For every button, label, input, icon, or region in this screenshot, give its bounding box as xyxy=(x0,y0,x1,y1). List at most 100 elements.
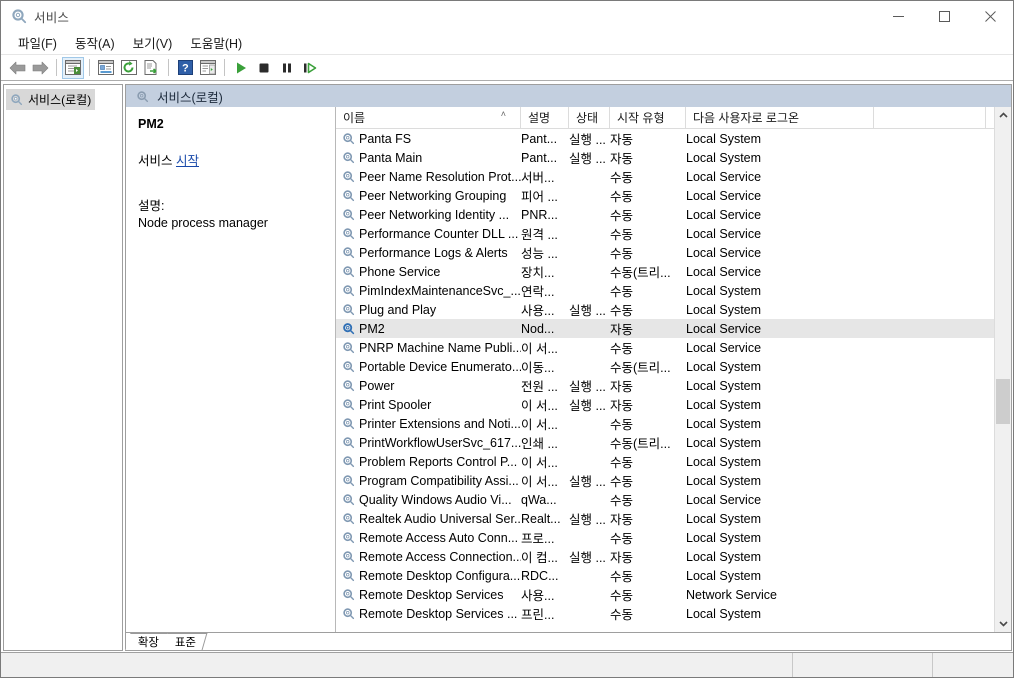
gear-icon xyxy=(343,494,355,506)
cell-startup-type: 수동 xyxy=(610,589,634,603)
cell-name: Power xyxy=(336,379,521,393)
pane-inner: PM2 서비스 시작 설명: Node process manager 이름 ˄ 설… xyxy=(126,107,1011,632)
table-row[interactable]: Quality Windows Audio Vi... qWa... 수동 Local… xyxy=(336,490,994,509)
tab-extended-label: 확장 xyxy=(137,637,160,649)
properties-icon[interactable] xyxy=(95,57,117,79)
menu-action[interactable]: 동작(A) xyxy=(66,31,124,54)
table-row[interactable]: Performance Counter DLL ... 원격 ... 수동 Local… xyxy=(336,224,994,243)
cell-description: 이 서... xyxy=(521,342,558,356)
table-row[interactable]: Performance Logs & Alerts 성능 ... 수동 Local S… xyxy=(336,243,994,262)
menu-help[interactable]: 도움말(H) xyxy=(181,31,251,54)
gear-icon xyxy=(343,133,355,145)
table-row[interactable]: Remote Desktop Services ... 프린... 수동 Local … xyxy=(336,604,994,623)
cell-startup-type: 수동 xyxy=(610,608,634,622)
table-row[interactable]: PrintWorkflowUserSvc_617... 인쇄 ... 수동(트리..… xyxy=(336,433,994,452)
table-row[interactable]: Power 전원 ... 실행 ... 자동 Local System xyxy=(336,376,994,395)
table-row[interactable]: Phone Service 장치... 수동(트리... Local Service xyxy=(336,262,994,281)
detail-action-prefix: 서비스 xyxy=(138,154,176,168)
start-service-link[interactable]: 시작 xyxy=(176,154,199,168)
scrollbar-thumb[interactable] xyxy=(996,379,1010,424)
start-service-icon[interactable] xyxy=(230,57,252,79)
menu-view[interactable]: 보기(V) xyxy=(124,31,182,54)
restart-service-icon[interactable] xyxy=(299,57,321,79)
minimize-button[interactable] xyxy=(875,1,921,31)
scroll-up-arrow-icon[interactable] xyxy=(995,107,1011,124)
cell-status: 실행 ... xyxy=(569,380,606,394)
cell-name: Remote Desktop Services ... xyxy=(336,607,521,621)
forward-icon[interactable] xyxy=(29,57,51,79)
table-row[interactable]: Printer Extensions and Noti... 이 서... 수동 Lo… xyxy=(336,414,994,433)
service-name-label: Problem Reports Control P... xyxy=(359,454,518,469)
pause-service-icon[interactable] xyxy=(276,57,298,79)
cell-description: Pant... xyxy=(521,131,558,146)
tab-standard[interactable]: 표준 xyxy=(162,633,208,650)
table-row[interactable]: Panta Main Pant... 실행 ... 자동 Local System xyxy=(336,148,994,167)
column-name[interactable]: 이름 ˄ xyxy=(336,107,521,129)
maximize-button[interactable] xyxy=(921,1,967,31)
cell-name: Phone Service xyxy=(336,265,521,279)
service-name-label: Phone Service xyxy=(359,264,441,279)
status-bar-section-3 xyxy=(933,653,1013,677)
table-row[interactable]: Remote Desktop Services 사용... 수동 Network Se… xyxy=(336,585,994,604)
stop-service-icon[interactable] xyxy=(253,57,275,79)
back-icon[interactable] xyxy=(6,57,28,79)
column-description[interactable]: 설명 xyxy=(521,107,569,129)
refresh-icon[interactable] xyxy=(118,57,140,79)
column-startup-type[interactable]: 시작 유형 xyxy=(610,107,686,129)
show-hide-console-tree-icon[interactable] xyxy=(62,56,84,79)
table-row[interactable]: Panta FS Pant... 실행 ... 자동 Local System xyxy=(336,129,994,148)
table-row[interactable]: PNRP Machine Name Publi... 이 서... 수동 Local … xyxy=(336,338,994,357)
pane-header: 서비스(로컬) xyxy=(126,85,1011,107)
table-row[interactable]: Print Spooler 이 서... 실행 ... 자동 Local System xyxy=(336,395,994,414)
table-row[interactable]: Plug and Play 사용... 실행 ... 수동 Local System xyxy=(336,300,994,319)
service-name-label: Peer Name Resolution Prot... xyxy=(359,169,521,184)
table-row[interactable]: Problem Reports Control P... 이 서... 수동 Loca… xyxy=(336,452,994,471)
cell-name: Performance Counter DLL ... xyxy=(336,227,521,241)
table-row[interactable]: Remote Access Connection... 이 컴... 실행 ... 자… xyxy=(336,547,994,566)
table-row[interactable]: Portable Device Enumerato... 이동... 수동(트리..… xyxy=(336,357,994,376)
tree-node-services-local[interactable]: 서비스(로컬) xyxy=(6,89,96,110)
cell-name: Portable Device Enumerato... xyxy=(336,360,521,374)
vertical-scrollbar[interactable] xyxy=(994,107,1011,632)
scroll-down-arrow-icon[interactable] xyxy=(995,615,1011,632)
column-log-on-as[interactable]: 다음 사용자로 로그온 xyxy=(686,107,874,129)
export-list-icon[interactable] xyxy=(141,57,163,79)
gear-icon xyxy=(343,361,355,373)
service-name-label: Remote Access Connection... xyxy=(359,549,521,564)
cell-name: Peer Networking Grouping xyxy=(336,189,521,203)
close-button[interactable] xyxy=(967,1,1013,31)
show-action-pane-icon[interactable] xyxy=(197,57,219,79)
column-filler[interactable] xyxy=(874,107,986,129)
cell-status: 실행 ... xyxy=(569,475,606,489)
gear-icon xyxy=(343,399,355,411)
cell-startup-type: 수동 xyxy=(610,285,634,299)
column-description-label: 설명 xyxy=(528,111,551,125)
cell-description: Nod... xyxy=(521,321,555,336)
table-row[interactable]: Remote Access Auto Conn... 프로... 수동 Local S… xyxy=(336,528,994,547)
cell-status: 실행 ... xyxy=(569,304,606,318)
cell-startup-type: 수동(트리... xyxy=(610,437,671,451)
column-status[interactable]: 상태 xyxy=(569,107,610,129)
table-row[interactable]: Peer Networking Identity ... PNR... 수동 Loca… xyxy=(336,205,994,224)
table-row[interactable]: Realtek Audio Universal Ser... Realt... 실행… xyxy=(336,509,994,528)
table-row[interactable]: PM2 Nod... 자동 Local Service xyxy=(336,319,994,338)
table-row[interactable]: PimIndexMaintenanceSvc_... 연락... 수동 Local S… xyxy=(336,281,994,300)
scrollbar-track[interactable] xyxy=(995,124,1011,615)
help-icon[interactable]: ? xyxy=(174,57,196,79)
service-name-label: Peer Networking Grouping xyxy=(359,188,507,203)
cell-name: Program Compatibility Assi... xyxy=(336,474,521,488)
cell-log-on-as: Local System xyxy=(686,568,762,583)
table-row[interactable]: Peer Name Resolution Prot... 서버... 수동 Local… xyxy=(336,167,994,186)
cell-name: Peer Name Resolution Prot... xyxy=(336,170,521,184)
cell-log-on-as: Local System xyxy=(686,359,762,374)
cell-status: 실행 ... xyxy=(569,551,606,565)
gear-icon xyxy=(343,551,355,563)
table-row[interactable]: Remote Desktop Configura... RDC... 수동 Local… xyxy=(336,566,994,585)
cell-name: Printer Extensions and Noti... xyxy=(336,417,521,431)
menu-file[interactable]: 파일(F) xyxy=(9,31,66,54)
service-name-label: PM2 xyxy=(359,321,385,336)
table-row[interactable]: Peer Networking Grouping 피어 ... 수동 Local Se… xyxy=(336,186,994,205)
cell-description: 프로... xyxy=(521,532,555,546)
table-row[interactable]: Program Compatibility Assi... 이 서... 실행 ..… xyxy=(336,471,994,490)
cell-log-on-as: Local Service xyxy=(686,492,762,507)
